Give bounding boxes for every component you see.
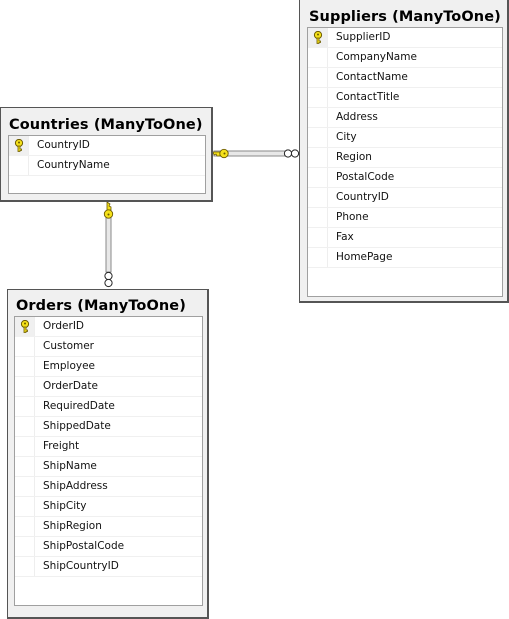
row-selector[interactable] bbox=[308, 248, 328, 267]
column-name: CountryName bbox=[37, 159, 110, 171]
column-row[interactable]: ShipAddress bbox=[15, 477, 202, 497]
column-row[interactable]: CountryID bbox=[9, 136, 205, 156]
row-selector[interactable] bbox=[308, 148, 328, 167]
relationship-countries-orders[interactable] bbox=[103, 201, 114, 288]
row-selector[interactable] bbox=[308, 68, 328, 87]
column-row[interactable]: ShipPostalCode bbox=[15, 537, 202, 557]
column-name: ShipName bbox=[43, 460, 97, 472]
table-title: Suppliers (ManyToOne) bbox=[309, 9, 501, 25]
row-selector[interactable] bbox=[308, 28, 328, 47]
column-name: City bbox=[336, 131, 357, 143]
column-row[interactable]: Fax bbox=[308, 228, 502, 248]
column-name: HomePage bbox=[336, 251, 393, 263]
column-row[interactable]: ShipCity bbox=[15, 497, 202, 517]
column-name: ShippedDate bbox=[43, 420, 111, 432]
column-row[interactable]: ShipRegion bbox=[15, 517, 202, 537]
column-row[interactable]: HomePage bbox=[308, 248, 502, 268]
row-selector[interactable] bbox=[308, 208, 328, 227]
infinity-icon bbox=[283, 149, 300, 158]
row-selector[interactable] bbox=[308, 228, 328, 247]
row-selector[interactable] bbox=[15, 377, 35, 396]
table-orders[interactable]: Orders (ManyToOne) OrderID Customer Employ… bbox=[7, 289, 209, 619]
column-row[interactable]: OrderID bbox=[15, 317, 202, 337]
column-name: Address bbox=[336, 111, 378, 123]
column-row[interactable]: RequiredDate bbox=[15, 397, 202, 417]
column-row[interactable]: SupplierID bbox=[308, 28, 502, 48]
column-name: ShipAddress bbox=[43, 480, 108, 492]
column-name: ShipCountryID bbox=[43, 560, 119, 572]
column-name: CountryID bbox=[37, 139, 90, 151]
row-selector[interactable] bbox=[15, 317, 35, 336]
column-row[interactable]: ContactName bbox=[308, 68, 502, 88]
columns-panel: OrderID Customer Employee OrderDate Required… bbox=[14, 316, 203, 606]
column-name: RequiredDate bbox=[43, 400, 115, 412]
column-row[interactable]: Address bbox=[308, 108, 502, 128]
column-name: OrderID bbox=[43, 320, 85, 332]
row-selector[interactable] bbox=[15, 477, 35, 496]
infinity-icon bbox=[104, 271, 113, 288]
column-name: Fax bbox=[336, 231, 354, 243]
column-name: ContactName bbox=[336, 71, 408, 83]
column-name: Region bbox=[336, 151, 372, 163]
row-selector[interactable] bbox=[9, 136, 29, 155]
column-name: PostalCode bbox=[336, 171, 395, 183]
table-countries[interactable]: Countries (ManyToOne) CountryID CountryNa… bbox=[0, 107, 213, 202]
column-name: Freight bbox=[43, 440, 80, 452]
row-selector[interactable] bbox=[15, 457, 35, 476]
column-row[interactable]: ShipCountryID bbox=[15, 557, 202, 577]
column-row[interactable]: CountryID bbox=[308, 188, 502, 208]
column-row[interactable]: CompanyName bbox=[308, 48, 502, 68]
row-selector[interactable] bbox=[15, 497, 35, 516]
row-selector[interactable] bbox=[15, 437, 35, 456]
column-row[interactable]: PostalCode bbox=[308, 168, 502, 188]
column-name: CountryID bbox=[336, 191, 389, 203]
column-row[interactable]: Freight bbox=[15, 437, 202, 457]
column-row[interactable]: ShippedDate bbox=[15, 417, 202, 437]
column-row[interactable]: City bbox=[308, 128, 502, 148]
column-name: ShipPostalCode bbox=[43, 540, 125, 552]
key-icon bbox=[103, 201, 114, 219]
column-name: CompanyName bbox=[336, 51, 417, 63]
row-selector[interactable] bbox=[308, 48, 328, 67]
row-selector[interactable] bbox=[15, 357, 35, 376]
key-icon bbox=[14, 139, 24, 152]
row-selector[interactable] bbox=[15, 397, 35, 416]
column-name: ShipRegion bbox=[43, 520, 102, 532]
relationship-countries-suppliers[interactable] bbox=[212, 148, 300, 159]
row-selector[interactable] bbox=[9, 156, 29, 175]
column-name: OrderDate bbox=[43, 380, 98, 392]
column-row[interactable]: OrderDate bbox=[15, 377, 202, 397]
column-row[interactable]: CountryName bbox=[9, 156, 205, 176]
table-suppliers[interactable]: Suppliers (ManyToOne) SupplierID CompanyN… bbox=[299, 0, 509, 303]
row-selector[interactable] bbox=[308, 128, 328, 147]
row-selector[interactable] bbox=[15, 537, 35, 556]
table-title: Orders (ManyToOne) bbox=[16, 298, 186, 314]
column-row[interactable]: Phone bbox=[308, 208, 502, 228]
column-name: ShipCity bbox=[43, 500, 87, 512]
column-row[interactable]: ContactTitle bbox=[308, 88, 502, 108]
column-name: Employee bbox=[43, 360, 96, 372]
row-selector[interactable] bbox=[308, 188, 328, 207]
row-selector[interactable] bbox=[15, 417, 35, 436]
row-selector[interactable] bbox=[15, 337, 35, 356]
column-name: ContactTitle bbox=[336, 91, 400, 103]
row-selector[interactable] bbox=[308, 108, 328, 127]
column-name: Customer bbox=[43, 340, 95, 352]
column-row[interactable]: Customer bbox=[15, 337, 202, 357]
column-row[interactable]: ShipName bbox=[15, 457, 202, 477]
row-selector[interactable] bbox=[308, 168, 328, 187]
columns-panel: CountryID CountryName bbox=[8, 135, 206, 194]
column-row[interactable]: Employee bbox=[15, 357, 202, 377]
columns-panel: SupplierID CompanyName ContactName ContactT… bbox=[307, 27, 503, 297]
row-selector[interactable] bbox=[15, 557, 35, 576]
key-icon bbox=[313, 31, 323, 44]
row-selector[interactable] bbox=[15, 517, 35, 536]
row-selector[interactable] bbox=[308, 88, 328, 107]
column-name: Phone bbox=[336, 211, 369, 223]
table-title: Countries (ManyToOne) bbox=[9, 117, 203, 133]
column-row[interactable]: Region bbox=[308, 148, 502, 168]
column-name: SupplierID bbox=[336, 31, 391, 43]
key-icon bbox=[20, 320, 30, 333]
